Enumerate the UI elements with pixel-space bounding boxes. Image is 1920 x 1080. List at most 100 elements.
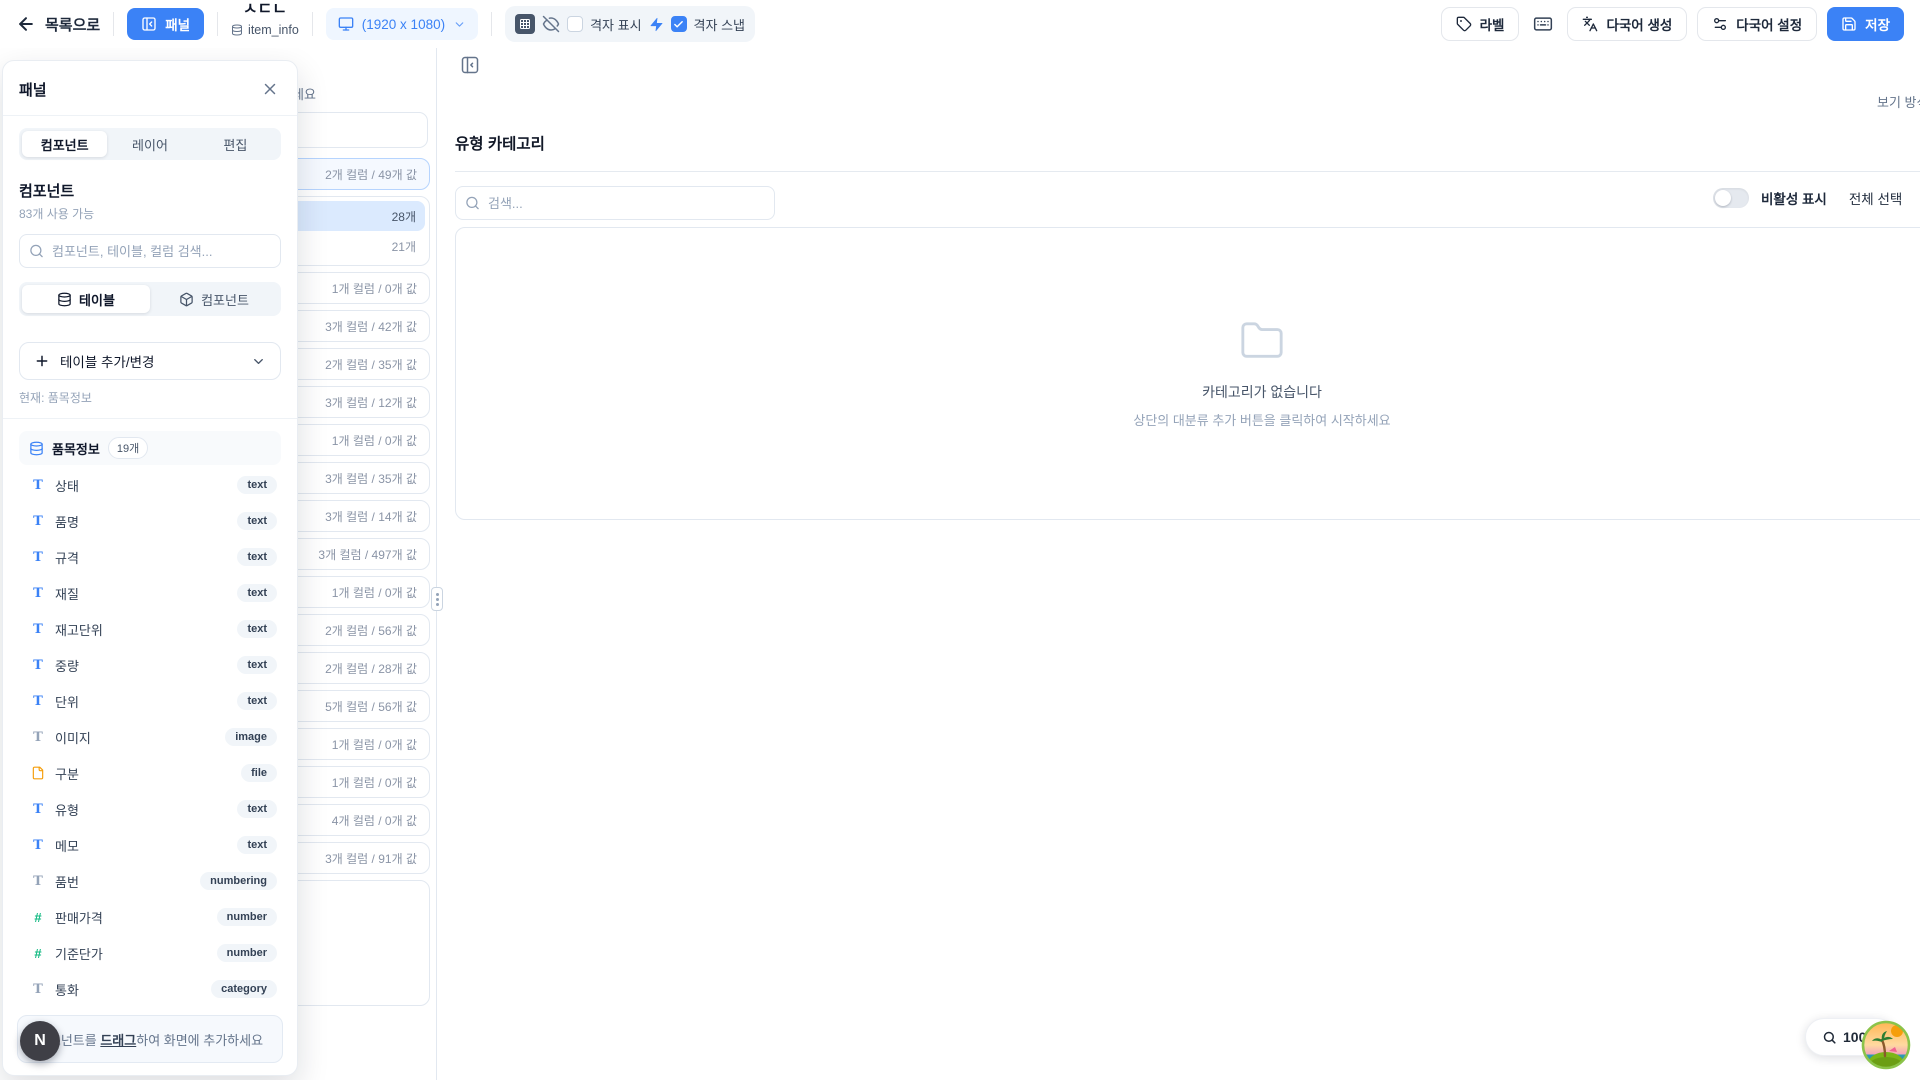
panel-close-button[interactable] [259,78,281,100]
field-name: 재고단위 [55,620,103,639]
field-name: 상태 [55,476,79,495]
tab-edit[interactable]: 편집 [193,131,278,157]
field-name: 품번 [55,872,79,891]
component-search-input[interactable] [19,234,281,268]
panel-toggle-button[interactable]: 패널 [127,8,204,40]
languages-icon [1582,16,1598,32]
field-row[interactable]: # 판매가격 number [19,899,281,935]
zap-icon [649,17,664,32]
back-to-list-button[interactable]: 목록으로 [16,14,100,35]
field-type-badge: category [211,980,277,998]
select-all-button[interactable]: 전체 선택 [1849,188,1902,208]
field-type-badge: text [237,656,277,674]
divider [3,115,297,116]
label-button[interactable]: 라벨 [1441,7,1520,41]
page-title: 유형 카테고리 [455,132,545,154]
field-row[interactable]: T 중량 text [19,647,281,683]
canvas-panel-collapse-button[interactable] [458,53,482,77]
empty-state-subtitle: 상단의 대분류 추가 버튼을 클릭하여 시작하세요 [1133,410,1390,429]
field-type-badge: file [241,764,277,782]
field-row[interactable]: T 규격 text [19,539,281,575]
eye-off-icon[interactable] [542,15,560,33]
current-table-label: 현재: 품목정보 [19,389,281,406]
field-row[interactable]: T 재질 text [19,575,281,611]
field-name: 단위 [55,692,79,711]
component-panel: 패널 컴포넌트 레이어 편집 컴포넌트 83개 사용 가능 테이블 컴포넌트 테… [2,60,298,1076]
tab-layers[interactable]: 레이어 [107,131,192,157]
inactive-toggle-label: 비활성 표시 [1761,188,1827,208]
project-title-block: ㅅㄷㄴ item_info [231,1,299,37]
field-row[interactable]: T 유형 text [19,791,281,827]
field-type-badge: number [217,908,277,926]
tag-icon [1456,16,1472,32]
divider [217,12,218,36]
divider [3,418,297,419]
field-row[interactable]: T 단위 text [19,683,281,719]
resolution-dropdown[interactable]: (1920 x 1080) [326,8,478,40]
field-type-badge: image [225,728,277,746]
mode-table-button[interactable]: 테이블 [22,285,150,313]
field-type-icon: # [31,910,45,925]
mode-component-button[interactable]: 컴포넌트 [150,285,278,313]
field-row[interactable]: T 재고단위 text [19,611,281,647]
divider [491,12,492,36]
mode-segment: 테이블 컴포넌트 [19,282,281,316]
keyboard-shortcuts-button[interactable] [1529,10,1557,38]
field-type-icon: T [31,550,45,565]
divider [312,12,313,36]
chevron-down-icon [251,354,266,369]
database-icon [231,24,243,36]
empty-state-title: 카테고리가 없습니다 [1202,382,1322,402]
file-icon [31,766,45,780]
field-type-icon: T [31,478,45,493]
field-row[interactable]: 구분 file [19,755,281,791]
magnifier-icon [1822,1030,1837,1045]
box-icon [179,292,194,307]
category-empty-card: 카테고리가 없습니다 상단의 대분류 추가 버튼을 클릭하여 시작하세요 [455,227,1920,520]
field-row[interactable]: T 통화 category [19,971,281,1007]
divider [455,171,1920,172]
panel-left-icon [141,16,157,32]
available-count: 83개 사용 가능 [19,205,281,222]
divider [113,12,114,36]
back-label: 목록으로 [45,14,100,35]
tab-components[interactable]: 컴포넌트 [22,131,107,157]
table-header-row[interactable]: 품목정보 19개 [19,431,281,465]
section-title: 컴포넌트 [19,180,281,201]
grid-controls: 격자 표시 격자 스냅 [505,6,755,42]
grid-icon [515,14,535,34]
field-type-icon: # [31,946,45,961]
field-name: 구분 [55,764,79,783]
field-row[interactable]: T 상태 text [19,467,281,503]
column-count-badge: 19개 [108,437,148,459]
i18n-settings-button[interactable]: 다국어 설정 [1697,7,1817,41]
design-canvas: 보기 방식 유형 카테고리 비활성 표시 전체 선택 전체 해제 카테고리가 없… [437,48,1920,1080]
field-name: 기준단가 [55,944,103,963]
field-row[interactable]: T 품명 text [19,503,281,539]
sidebar-resize-handle[interactable] [431,587,443,611]
field-type-icon: T [31,622,45,637]
arrow-left-icon [16,14,36,34]
search-icon [29,244,44,259]
field-row[interactable]: T 품번 numbering [19,863,281,899]
save-button[interactable]: 저장 [1827,7,1904,41]
grid-show-checkbox[interactable] [567,16,583,32]
grid-snap-checkbox[interactable] [671,16,687,32]
field-type-icon: T [31,802,45,817]
folder-icon [1239,318,1285,364]
i18n-generate-button[interactable]: 다국어 생성 [1567,7,1687,41]
island-sticker[interactable] [1861,1020,1911,1070]
field-row[interactable]: T 메모 text [19,827,281,863]
view-mode-label[interactable]: 보기 방식 [1877,92,1920,111]
field-type-badge: text [237,476,277,494]
category-search-input[interactable] [455,186,775,220]
field-row[interactable]: # 기준단가 number [19,935,281,971]
plus-icon [34,353,50,369]
add-table-dropdown[interactable]: 테이블 추가/변경 [19,342,281,380]
inactive-toggle[interactable] [1713,188,1749,208]
field-name: 중량 [55,656,79,675]
field-row[interactable]: T 이미지 image [19,719,281,755]
panel-tabs: 컴포넌트 레이어 편집 [19,128,281,160]
monitor-icon [338,16,354,32]
field-name: 규격 [55,548,79,567]
